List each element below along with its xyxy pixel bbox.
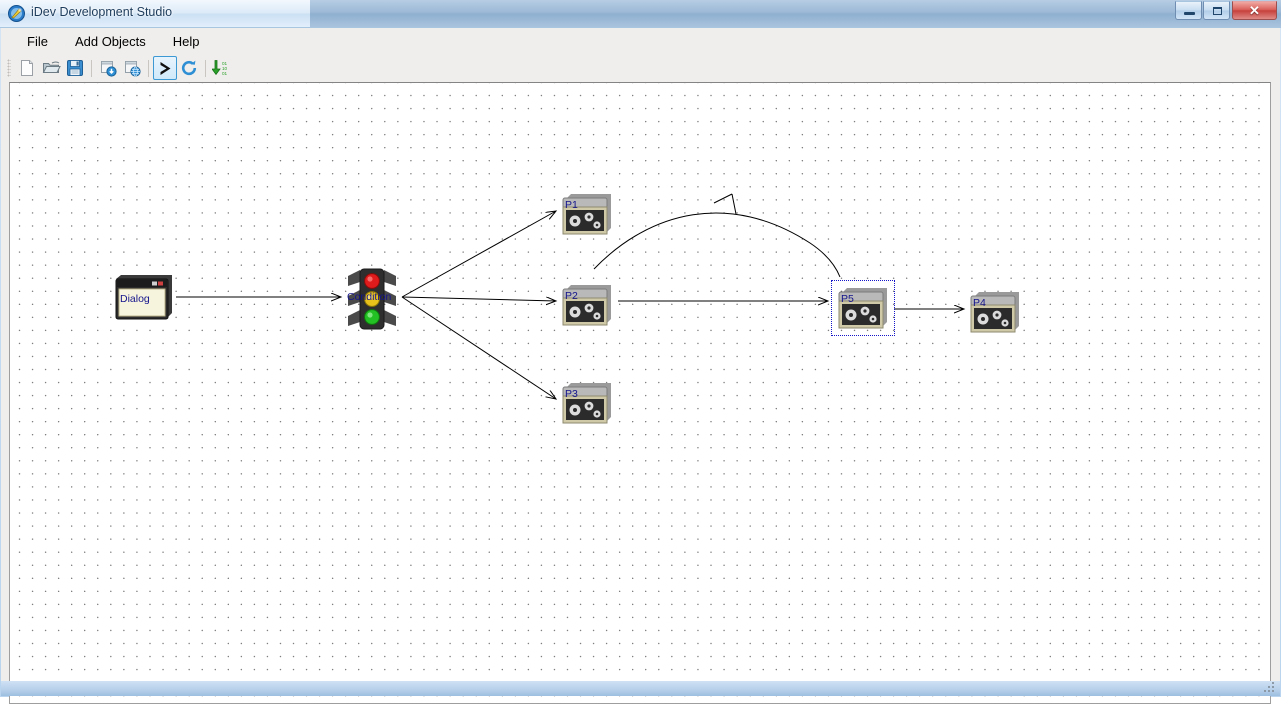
edge-layer — [176, 193, 1270, 703]
node-p5[interactable]: P5 — [831, 280, 895, 336]
diagram-canvas[interactable]: Dialog Condition P1 P2 P3 P5 P4 — [10, 83, 1270, 703]
new-file-button[interactable] — [15, 56, 39, 80]
diagram-canvas-frame[interactable]: Dialog Condition P1 P2 P3 P5 P4 — [9, 82, 1271, 704]
refresh-button[interactable] — [177, 56, 201, 80]
database-import-icon — [101, 61, 117, 77]
traffic-light-icon — [348, 268, 396, 330]
dialog-window-icon — [115, 275, 172, 320]
toolbar: 01 10 01 — [1, 54, 1280, 82]
refresh-circular-arrow-icon — [181, 60, 197, 76]
window-title: iDev Development Studio — [31, 5, 173, 19]
title-bar: iDev Development Studio ✕ — [0, 0, 1281, 28]
node-dialog[interactable]: Dialog — [114, 273, 174, 321]
status-bar — [1, 681, 1280, 696]
save-disk-icon — [67, 60, 83, 76]
import-db-button[interactable] — [96, 56, 120, 80]
process-gears-icon — [562, 194, 611, 235]
toolbar-separator — [205, 59, 206, 77]
app-icon — [8, 5, 25, 22]
new-file-icon — [21, 60, 33, 76]
window-controls: ✕ — [1174, 1, 1277, 20]
client-area: File Add Objects Help 01 10 01 Dialog Co… — [1, 28, 1280, 704]
node-p2[interactable]: P2 — [559, 281, 615, 329]
edge-p2-p5-curved-arrowhead — [713, 193, 737, 215]
save-file-button[interactable] — [63, 56, 87, 80]
resize-grip[interactable] — [1263, 680, 1277, 694]
edge-condition-p3 — [401, 296, 556, 399]
process-gears-icon — [970, 292, 1019, 333]
svg-text:01: 01 — [222, 71, 228, 76]
close-icon: ✕ — [1249, 3, 1260, 18]
database-web-icon — [125, 61, 141, 77]
toolbar-separator — [91, 59, 92, 77]
node-p1[interactable]: P1 — [559, 190, 615, 238]
run-button[interactable] — [153, 56, 177, 80]
menu-bar: File Add Objects Help — [1, 28, 1280, 54]
edge-condition-p2 — [401, 296, 556, 301]
menu-help[interactable]: Help — [164, 31, 209, 52]
edge-p2-p5-curved — [593, 212, 841, 278]
menu-file[interactable]: File — [18, 31, 57, 52]
maximize-icon — [1213, 7, 1222, 15]
application-window: iDev Development Studio ✕ File Add Objec… — [0, 0, 1281, 704]
node-p3[interactable]: P3 — [559, 379, 615, 427]
process-gears-icon — [562, 383, 611, 424]
toolbar-separator — [148, 59, 149, 77]
download-binary-icon: 01 10 01 — [212, 60, 228, 76]
edge-condition-p1 — [401, 211, 556, 298]
node-p4[interactable]: P4 — [967, 288, 1023, 336]
run-arrow-icon — [160, 61, 170, 75]
open-file-button[interactable] — [39, 56, 63, 80]
process-gears-icon — [838, 288, 887, 329]
export-db-button[interactable] — [120, 56, 144, 80]
minimize-icon — [1184, 12, 1195, 15]
toolbar-grip[interactable] — [7, 59, 11, 77]
node-condition[interactable]: Condition — [344, 268, 400, 330]
minimize-button[interactable] — [1175, 1, 1202, 20]
titlebar-glass-right — [310, 0, 1281, 27]
maximize-button[interactable] — [1203, 1, 1230, 20]
process-gears-icon — [562, 285, 611, 326]
close-button[interactable]: ✕ — [1232, 1, 1277, 20]
menu-add-objects[interactable]: Add Objects — [66, 31, 155, 52]
generate-code-button[interactable]: 01 10 01 — [210, 56, 234, 80]
open-folder-icon — [42, 61, 61, 73]
